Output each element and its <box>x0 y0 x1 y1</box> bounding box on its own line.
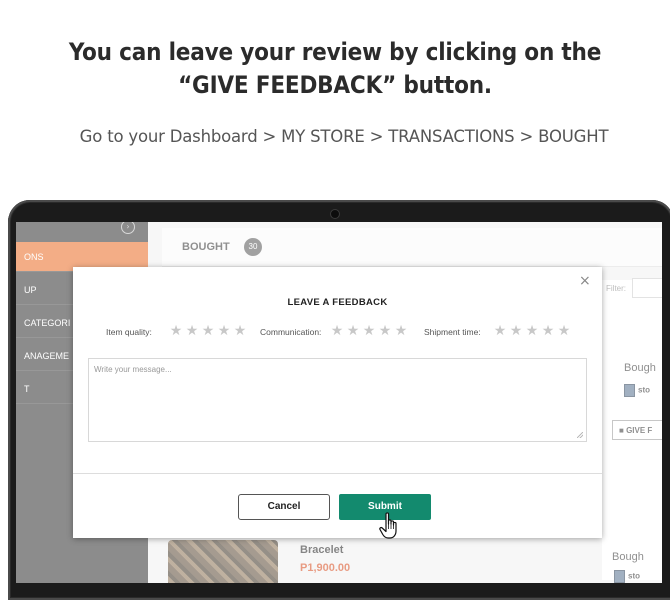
modal-title: LEAVE A FEEDBACK <box>287 297 388 308</box>
star-icon[interactable]: ★ <box>169 324 183 338</box>
rating-label-communication: Communication: <box>260 327 322 337</box>
rating-label-item-quality: Item quality: <box>106 327 152 337</box>
headline-line-2: “GIVE FEEDBACK” button. <box>178 71 492 99</box>
star-rating-item-quality[interactable]: ★ ★ ★ ★ ★ <box>169 324 247 338</box>
star-icon[interactable]: ★ <box>378 324 392 338</box>
star-icon[interactable]: ★ <box>525 324 539 338</box>
feedback-modal: × LEAVE A FEEDBACK Item quality: ★ ★ ★ ★ ★ C… <box>73 267 602 539</box>
star-icon[interactable]: ★ <box>185 324 199 338</box>
star-icon[interactable]: ★ <box>346 324 360 338</box>
star-icon[interactable]: ★ <box>394 324 408 338</box>
headline-line-1: You can leave your review by clicking on… <box>68 38 602 66</box>
laptop-camera <box>330 209 340 219</box>
star-icon[interactable]: ★ <box>557 324 571 338</box>
star-icon[interactable]: ★ <box>362 324 376 338</box>
cancel-button[interactable]: Cancel <box>238 494 330 520</box>
hand-cursor-icon <box>379 512 397 539</box>
feedback-message-input[interactable]: Write your message... <box>88 358 587 442</box>
instructions-text: Go to your Dashboard > MY STORE > TRANSA… <box>79 127 609 146</box>
star-icon[interactable]: ★ <box>201 324 215 338</box>
modal-divider <box>73 473 602 474</box>
message-placeholder: Write your message... <box>94 365 172 374</box>
star-rating-shipment-time[interactable]: ★ ★ ★ ★ ★ <box>493 324 571 338</box>
close-icon[interactable]: × <box>579 273 591 289</box>
star-rating-communication[interactable]: ★ ★ ★ ★ ★ <box>330 324 408 338</box>
headline: You can leave your review by clicking on… <box>0 36 670 102</box>
rating-label-shipment-time: Shipment time: <box>424 327 481 337</box>
star-icon[interactable]: ★ <box>509 324 523 338</box>
star-icon[interactable]: ★ <box>541 324 555 338</box>
star-icon[interactable]: ★ <box>330 324 344 338</box>
star-icon[interactable]: ★ <box>233 324 247 338</box>
star-icon[interactable]: ★ <box>493 324 507 338</box>
star-icon[interactable]: ★ <box>217 324 231 338</box>
